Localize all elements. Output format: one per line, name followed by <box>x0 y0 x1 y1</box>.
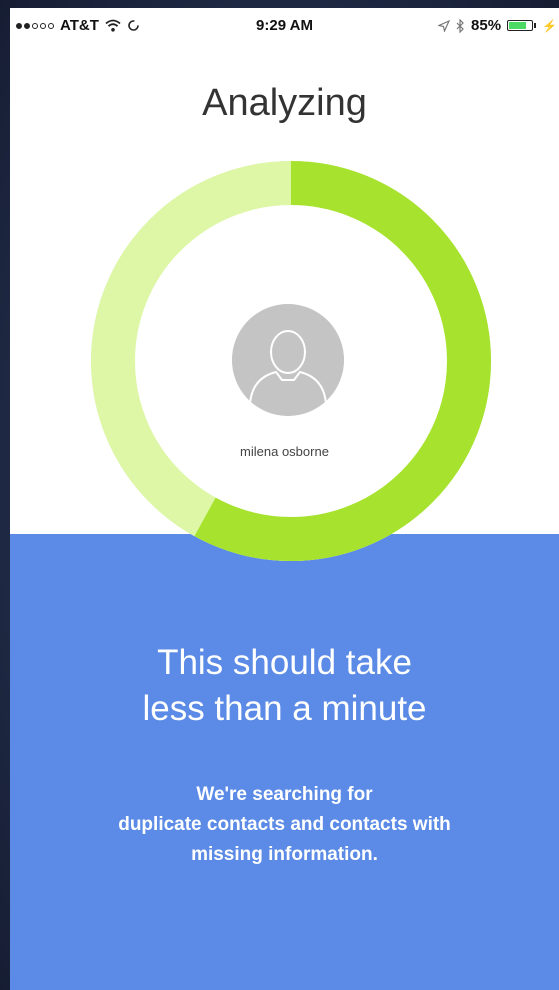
description-line: missing information. <box>191 844 378 865</box>
bluetooth-icon <box>456 18 464 33</box>
charging-icon: ⚡ <box>542 18 557 33</box>
info-panel <box>10 534 559 990</box>
description-line: We're searching for <box>196 784 373 805</box>
battery-icon <box>507 20 534 31</box>
description-line: duplicate contacts and contacts with <box>118 814 451 835</box>
status-bar: AT&T 9:29 AM 85% ⚡ <box>10 8 559 44</box>
battery-cap <box>534 23 537 28</box>
contact-name: milena osborne <box>240 444 329 459</box>
battery-percent: 85% <box>471 17 502 34</box>
app-screen: AT&T 9:29 AM 85% ⚡ Analyzing milena osbo… <box>10 8 559 990</box>
location-icon <box>438 19 451 32</box>
headline: This should take less than a minute <box>10 640 559 732</box>
description: We're searching for duplicate contacts a… <box>10 780 559 870</box>
status-right: 85% ⚡ <box>438 17 557 34</box>
person-silhouette-icon <box>232 304 344 416</box>
headline-line: This should take <box>157 643 412 682</box>
device-frame: AT&T 9:29 AM 85% ⚡ Analyzing milena osbo… <box>0 0 559 990</box>
page-title: Analyzing <box>202 82 367 124</box>
headline-line: less than a minute <box>142 689 427 728</box>
